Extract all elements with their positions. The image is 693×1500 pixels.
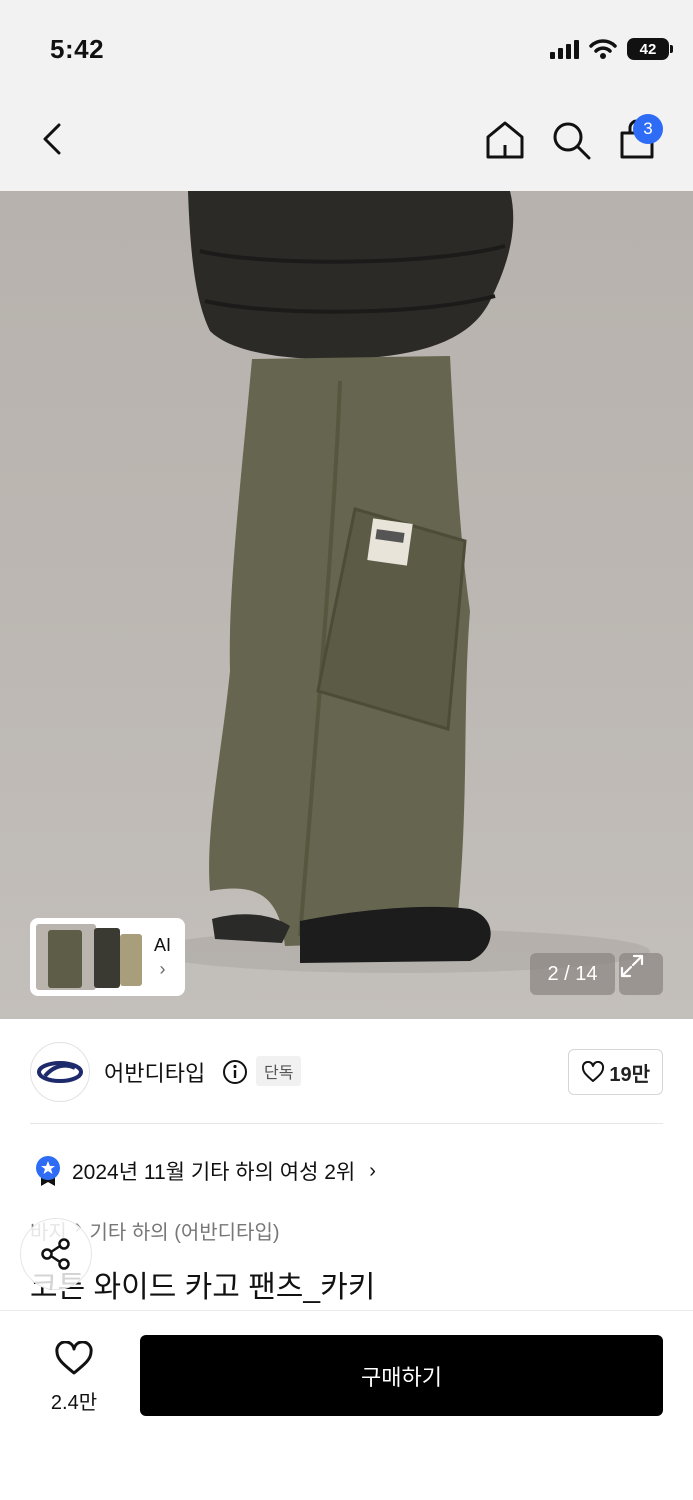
- wishlist-button[interactable]: 2.4만: [40, 1340, 108, 1415]
- ai-thumbnail: [36, 924, 144, 990]
- breadcrumb-item-other-bottoms[interactable]: 기타 하의 (어반디타입): [89, 1216, 279, 1245]
- product-image[interactable]: AI › 2 / 14: [0, 191, 693, 1019]
- home-icon[interactable]: [482, 117, 528, 163]
- ai-label-group: AI ›: [154, 933, 171, 981]
- brand-logo-mark: [37, 1061, 83, 1083]
- battery-icon: 42: [627, 38, 673, 60]
- heart-icon: [55, 1340, 93, 1375]
- share-button[interactable]: [20, 1218, 92, 1290]
- ranking-link[interactable]: 2024년 11월 기타 하의 여성 2위 ›: [34, 1155, 376, 1187]
- brand-name[interactable]: 어반디타입: [104, 1056, 205, 1088]
- cart-count-badge: 3: [633, 114, 663, 144]
- buy-button[interactable]: 구매하기: [140, 1335, 663, 1416]
- info-icon[interactable]: [222, 1059, 248, 1085]
- brand-row: 어반디타입 단독 19만: [30, 1042, 663, 1102]
- image-counter: 2 / 14: [530, 953, 615, 995]
- status-bar: 5:42 42: [0, 0, 693, 95]
- ai-similar-items-card[interactable]: AI ›: [30, 918, 185, 996]
- brand-like-button[interactable]: 19만: [568, 1049, 663, 1095]
- nav-bar: [0, 95, 693, 191]
- ai-label: AI: [154, 935, 172, 955]
- divider: [30, 1123, 663, 1124]
- brand-like-count: 19만: [609, 1063, 650, 1086]
- cellular-signal-icon: [550, 39, 579, 59]
- ranking-text: 2024년 11월 기타 하의 여성 2위: [72, 1161, 356, 1184]
- heart-icon: [582, 1061, 605, 1082]
- status-icons: 42: [550, 38, 673, 60]
- share-icon: [41, 1238, 70, 1270]
- chevron-left-icon[interactable]: [32, 117, 76, 161]
- chevron-right-icon: ›: [159, 959, 166, 979]
- product-photo-illustration: [150, 191, 650, 973]
- chevron-right-icon: ›: [369, 1159, 376, 1182]
- wifi-icon: [589, 39, 617, 59]
- search-icon[interactable]: [548, 117, 594, 163]
- expand-button[interactable]: [619, 953, 663, 995]
- status-time: 5:42: [50, 34, 105, 64]
- expand-icon: [620, 954, 644, 978]
- ranking-medal-icon: [36, 1156, 60, 1186]
- brand-logo[interactable]: [30, 1042, 90, 1102]
- wishlist-count: 2.4만: [50, 1392, 98, 1414]
- bottom-action-bar: 2.4만 구매하기: [0, 1310, 693, 1500]
- exclusive-badge: 단독: [256, 1056, 302, 1086]
